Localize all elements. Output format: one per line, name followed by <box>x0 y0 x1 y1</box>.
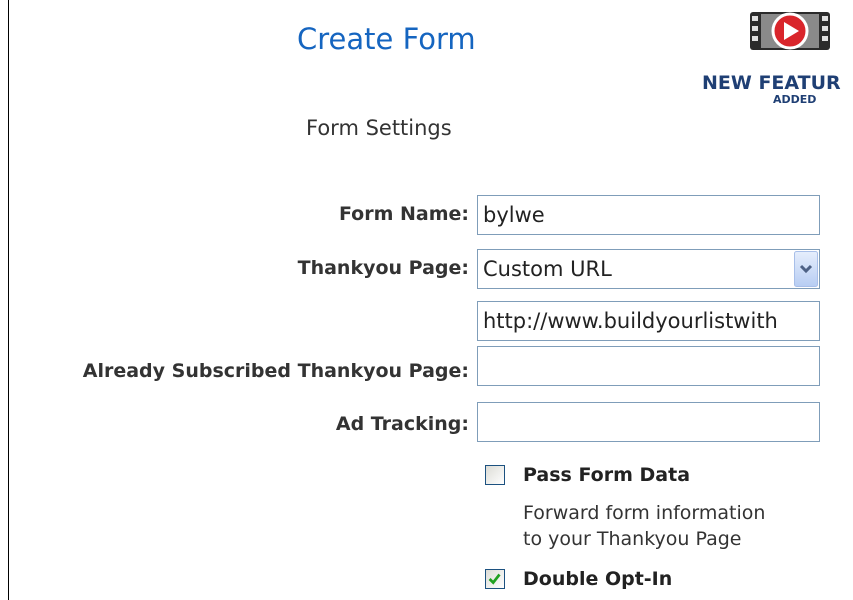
thankyou-url-value: http://www.buildyourlistwith <box>483 309 778 333</box>
ad-tracking-input[interactable] <box>477 402 820 442</box>
thankyou-page-select[interactable]: Custom URL <box>477 249 820 289</box>
double-optin-checkbox[interactable] <box>485 569 505 589</box>
form-name-value: bylwe <box>483 203 545 227</box>
thankyou-url-input[interactable]: http://www.buildyourlistwith <box>477 301 820 341</box>
double-optin-label: Double Opt-In <box>523 568 673 590</box>
video-film-play-icon <box>750 12 830 50</box>
form-name-label: Form Name: <box>338 203 469 225</box>
pass-form-data-help-line2: to your Thankyou Page <box>523 528 742 550</box>
thankyou-page-selected: Custom URL <box>483 257 612 281</box>
ad-tracking-label: Ad Tracking: <box>335 413 469 435</box>
already-subscribed-label: Already Subscribed Thankyou Page: <box>82 360 469 382</box>
pass-form-data-checkbox[interactable] <box>485 465 505 485</box>
page-title: Create Form <box>297 22 476 56</box>
thankyou-page-label: Thankyou Page: <box>297 257 469 279</box>
checkmark-icon <box>488 573 501 585</box>
badge-added-text: ADDED <box>773 93 817 106</box>
section-title: Form Settings <box>306 116 452 140</box>
badge-new-feature-text: NEW FEATUR <box>702 72 841 94</box>
form-name-input[interactable]: bylwe <box>477 195 820 235</box>
already-subscribed-input[interactable] <box>477 346 820 386</box>
pass-form-data-label: Pass Form Data <box>523 464 691 486</box>
pass-form-data-help-line1: Forward form information <box>523 502 766 524</box>
pass-form-data-help: Forward form information to your Thankyo… <box>523 500 823 552</box>
new-feature-badge[interactable]: NEW FEATUR ADDED <box>700 6 853 116</box>
chevron-down-icon[interactable] <box>794 251 818 287</box>
